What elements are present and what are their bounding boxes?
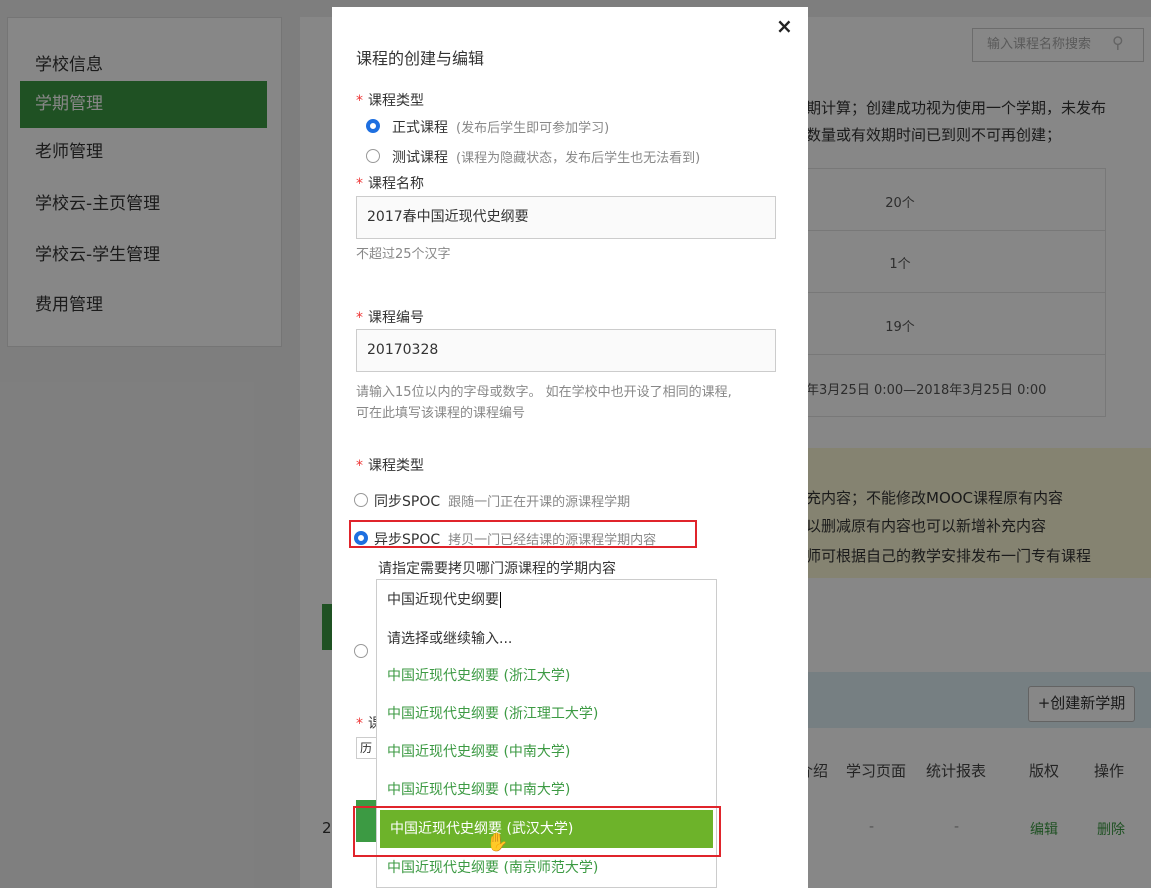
radio-formal-course[interactable]	[366, 119, 380, 133]
dropdown-placeholder: 请选择或继续输入...	[387, 631, 513, 647]
radio-formal-course-text: 正式课程	[392, 120, 448, 136]
radio-sync-spoc-label[interactable]: 同步SPOC 跟随一门正在开课的源课程学期	[374, 491, 630, 511]
dropdown-option[interactable]: 中国近现代史纲要 (中南大学)	[377, 771, 716, 809]
text-caret	[500, 592, 501, 608]
radio-test-course-label[interactable]: 测试课程 (课程为隐藏状态，发布后学生也无法看到)	[392, 147, 700, 167]
dropdown-option[interactable]: 中国近现代史纲要 (浙江大学)	[377, 657, 716, 695]
close-icon[interactable]: ×	[776, 14, 793, 38]
radio-formal-course-label[interactable]: 正式课程 (发布后学生即可参加学习)	[392, 117, 609, 137]
course-type-label: * 课程类型	[356, 93, 424, 109]
radio-formal-course-note: (发布后学生即可参加学习)	[456, 121, 610, 136]
course-code-hint-2: 可在此填写该课程的课程编号	[356, 406, 526, 421]
course-name-hint: 不超过25个汉字	[356, 247, 451, 262]
modal-title: 课程的创建与编辑	[356, 49, 485, 68]
source-course-input[interactable]: 中国近现代史纲要	[376, 579, 717, 620]
annotation-highlight-option	[353, 806, 721, 857]
dropdown-option[interactable]: 中国近现代史纲要 (浙江理工大学)	[377, 695, 716, 733]
annotation-highlight-async	[349, 520, 697, 548]
spoc-type-label: * 课程类型	[356, 458, 424, 474]
radio-test-course[interactable]	[366, 149, 380, 163]
spoc-type-label-text: 课程类型	[368, 458, 424, 474]
course-name-label: * 课程名称	[356, 176, 424, 192]
course-name-input[interactable]: 2017春中国近现代史纲要	[356, 196, 776, 239]
radio-sync-spoc-text: 同步SPOC	[374, 494, 441, 510]
radio-test-course-text: 测试课程	[392, 150, 448, 166]
dropdown-option[interactable]: 中国近现代史纲要 (中南大学)	[377, 733, 716, 771]
radio-third-option[interactable]	[354, 644, 368, 658]
course-code-input[interactable]: 20170328	[356, 329, 776, 372]
source-course-prompt: 请指定需要拷贝哪门源课程的学期内容	[378, 561, 616, 577]
hand-cursor-icon: ✋	[486, 832, 509, 853]
course-type-label-text: 课程类型	[368, 93, 424, 109]
source-course-input-text: 中国近现代史纲要	[387, 592, 499, 608]
course-code-label-text: 课程编号	[368, 310, 424, 326]
course-name-label-text: 课程名称	[368, 176, 424, 192]
course-code-label: * 课程编号	[356, 310, 424, 326]
radio-sync-spoc-note: 跟随一门正在开课的源课程学期	[448, 495, 631, 510]
course-code-hint-1: 请输入15位以内的字母或数字。 如在学校中也开设了相同的课程,	[356, 385, 732, 400]
radio-sync-spoc[interactable]	[354, 493, 368, 507]
hidden-select[interactable]: 历	[356, 737, 378, 759]
radio-test-course-note: (课程为隐藏状态，发布后学生也无法看到)	[456, 151, 701, 166]
